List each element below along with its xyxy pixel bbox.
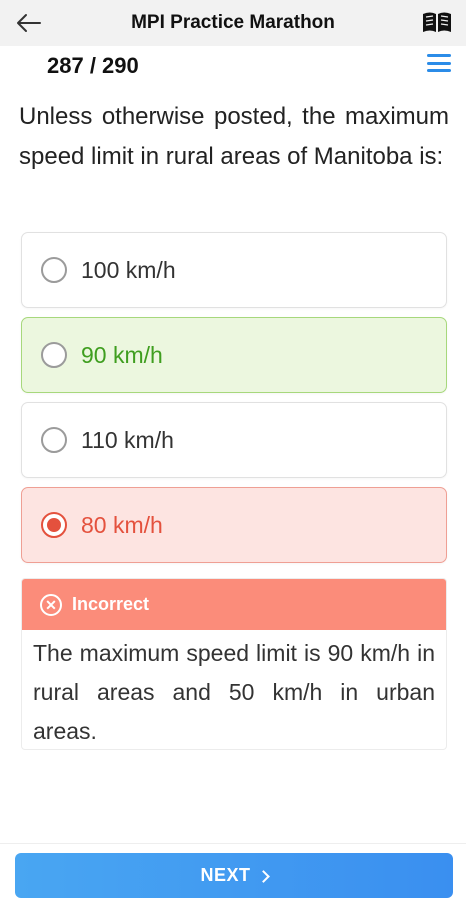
feedback-status: Incorrect bbox=[72, 594, 150, 614]
answer-option-2-correct[interactable]: 90 km/h bbox=[21, 317, 447, 393]
answer-option-label: 100 km/h bbox=[81, 256, 176, 283]
open-book-icon bbox=[423, 12, 451, 32]
answer-option-label: 110 km/h bbox=[81, 426, 174, 453]
answer-option-label: 80 km/h bbox=[81, 511, 163, 538]
x-circle-icon: ✕ bbox=[40, 593, 62, 616]
app-title: MPI Practice Marathon bbox=[131, 12, 335, 33]
top-app-bar: MPI Practice Marathon bbox=[0, 0, 466, 46]
radio-button-icon[interactable] bbox=[41, 427, 67, 453]
question-text: Unless otherwise posted, the maximum spe… bbox=[19, 103, 449, 170]
feedback-header: ✕ Incorrect bbox=[22, 579, 446, 630]
feedback-explanation: The maximum speed limit is 90 km/h in ru… bbox=[33, 640, 435, 744]
question-list-menu-button[interactable] bbox=[424, 50, 454, 76]
radio-button-icon[interactable] bbox=[41, 342, 67, 368]
answer-option-label: 90 km/h bbox=[81, 341, 163, 368]
next-button-label: NEXT bbox=[200, 865, 251, 885]
study-book-button[interactable] bbox=[420, 8, 454, 38]
answer-feedback-panel: ✕ Incorrect The maximum speed limit is 9… bbox=[21, 578, 447, 750]
divider bbox=[0, 843, 466, 844]
radio-button-icon[interactable] bbox=[41, 257, 67, 283]
answer-option-3[interactable]: 110 km/h bbox=[21, 402, 447, 478]
answer-option-4-selected-incorrect[interactable]: 80 km/h bbox=[21, 487, 447, 563]
question-counter: 287 / 290 bbox=[47, 53, 139, 78]
chevron-right-icon bbox=[256, 869, 270, 883]
hamburger-menu-icon bbox=[427, 54, 451, 57]
answer-option-1[interactable]: 100 km/h bbox=[21, 232, 447, 308]
radio-button-selected-icon[interactable] bbox=[41, 512, 67, 538]
next-button[interactable]: NEXT bbox=[15, 853, 453, 898]
